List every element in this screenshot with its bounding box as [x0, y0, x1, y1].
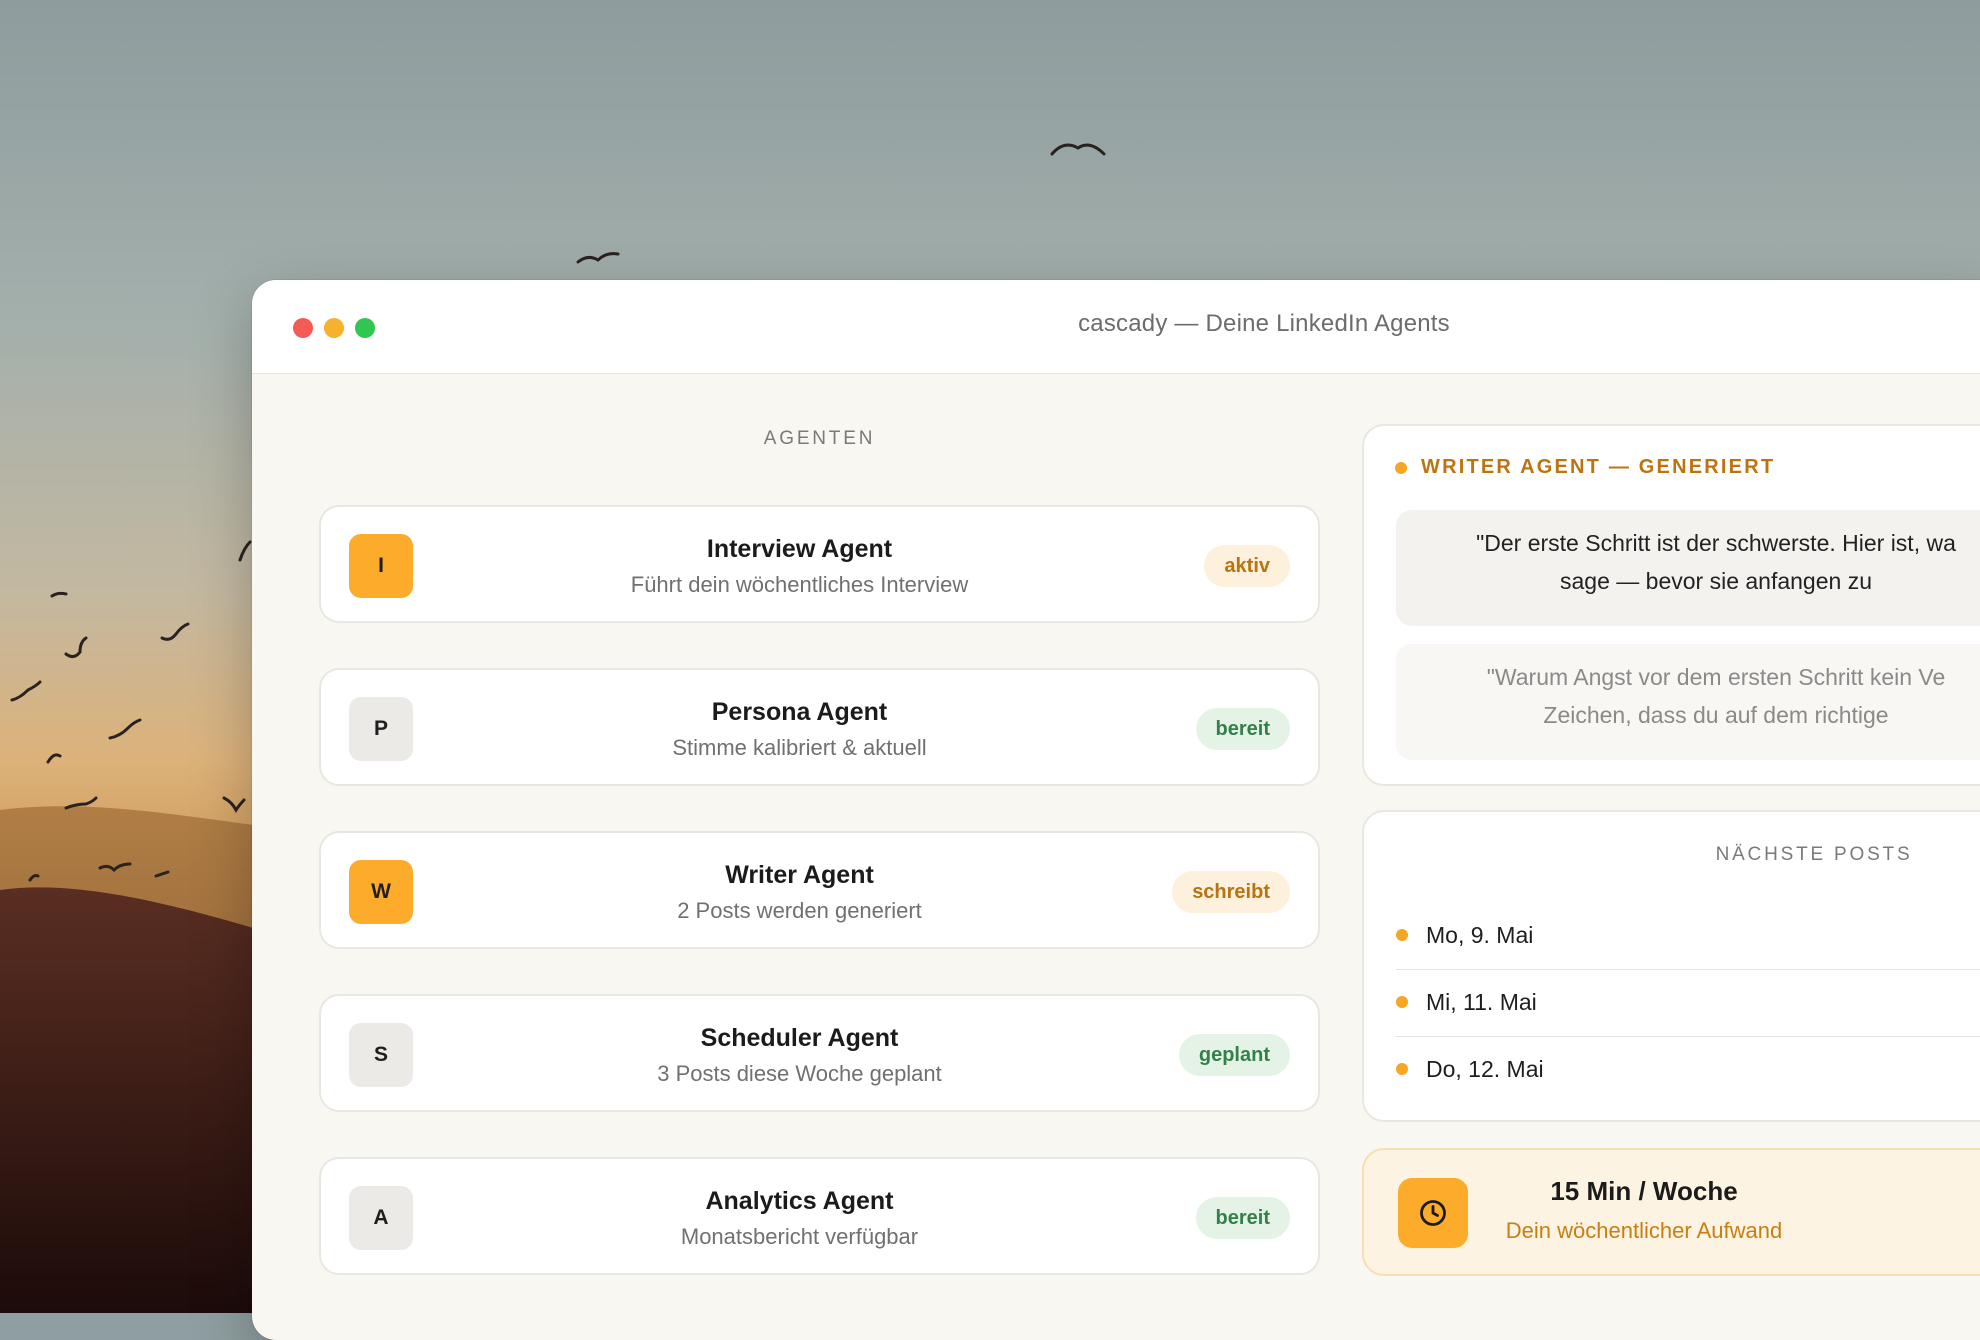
bullet-dot [1396, 929, 1408, 941]
agent-description: 3 Posts diese Woche geplant [657, 1061, 942, 1086]
writer-heading-label: WRITER AGENT — GENERIERT [1421, 456, 1776, 478]
agent-avatar: P [349, 697, 413, 761]
draft-post-1[interactable]: "Der erste Schritt ist der schwerste. Hi… [1396, 510, 1980, 626]
agent-card-analytics[interactable]: A Analytics Agent Monatsbericht verfügba… [319, 1157, 1320, 1275]
agent-description: Stimme kalibriert & aktuell [672, 735, 927, 760]
draft-line: sage — bevor sie anfangen zu [1560, 568, 1872, 594]
agent-name: Persona Agent [711, 698, 888, 726]
agent-name: Interview Agent [706, 535, 893, 563]
agent-name: Scheduler Agent [700, 1024, 899, 1052]
status-badge: bereit [1195, 708, 1290, 750]
status-badge: aktiv [1204, 545, 1290, 587]
window-title: cascady — Deine LinkedIn Agents [1078, 310, 1450, 337]
agent-avatar: A [349, 1186, 413, 1250]
agents-heading: AGENTEN [763, 428, 876, 449]
agent-avatar: S [349, 1023, 413, 1087]
weekly-effort-value: 15 Min / Woche [1550, 1176, 1738, 1206]
agent-card-interview[interactable]: I Interview Agent Führt dein wöchentlich… [319, 505, 1320, 623]
draft-line: Zeichen, dass du auf dem richtige [1543, 702, 1889, 728]
post-date: Mo, 9. Mai [1426, 921, 1534, 948]
agent-avatar: W [349, 860, 413, 924]
agent-name: Writer Agent [725, 861, 874, 889]
agent-name: Analytics Agent [705, 1187, 894, 1215]
clock-icon [1398, 1178, 1468, 1248]
agent-avatar: I [349, 534, 413, 598]
upcoming-post-item[interactable]: Do, 12. Mai [1396, 1036, 1980, 1102]
draft-post-2[interactable]: "Warum Angst vor dem ersten Schritt kein… [1396, 644, 1980, 760]
writer-heading: WRITER AGENT — GENERIERT [1395, 456, 1775, 479]
post-date: Mi, 11. Mai [1426, 988, 1537, 1015]
agent-description: 2 Posts werden generiert [677, 898, 922, 923]
status-badge: geplant [1178, 1034, 1290, 1076]
agent-description: Monatsbericht verfügbar [680, 1224, 919, 1249]
app-window: cascady — Deine LinkedIn Agents AGENTEN … [252, 280, 1980, 1340]
upcoming-posts-heading: NÄCHSTE POSTS [1715, 844, 1913, 865]
post-date: Do, 12. Mai [1426, 1055, 1544, 1082]
draft-line: "Der erste Schritt ist der schwerste. Hi… [1476, 530, 1956, 556]
agent-card-scheduler[interactable]: S Scheduler Agent 3 Posts diese Woche ge… [319, 994, 1320, 1112]
status-badge: schreibt [1172, 871, 1290, 913]
weekly-effort-label: Dein wöchentlicher Aufwand [1505, 1218, 1783, 1243]
draft-line: "Warum Angst vor dem ersten Schritt kein… [1486, 664, 1946, 690]
upcoming-post-item[interactable]: Mo, 9. Mai [1396, 902, 1980, 968]
weekly-effort-card: 15 Min / Woche Dein wöchentlicher Aufwan… [1362, 1148, 1980, 1276]
agent-card-persona[interactable]: P Persona Agent Stimme kalibriert & aktu… [319, 668, 1320, 786]
writer-output-card: WRITER AGENT — GENERIERT "Der erste Schr… [1362, 424, 1980, 786]
agent-description: Führt dein wöchentliches Interview [630, 572, 969, 597]
bullet-dot [1396, 1063, 1408, 1075]
agent-card-writer[interactable]: W Writer Agent 2 Posts werden generiert … [319, 831, 1320, 949]
status-dot [1395, 461, 1407, 474]
status-badge: bereit [1195, 1197, 1290, 1239]
upcoming-posts-card: NÄCHSTE POSTS Mo, 9. Mai Mi, 11. Mai Do,… [1362, 810, 1980, 1122]
upcoming-post-item[interactable]: Mi, 11. Mai [1396, 969, 1980, 1035]
window-titlebar: cascady — Deine LinkedIn Agents [252, 280, 1980, 374]
bullet-dot [1396, 996, 1408, 1008]
